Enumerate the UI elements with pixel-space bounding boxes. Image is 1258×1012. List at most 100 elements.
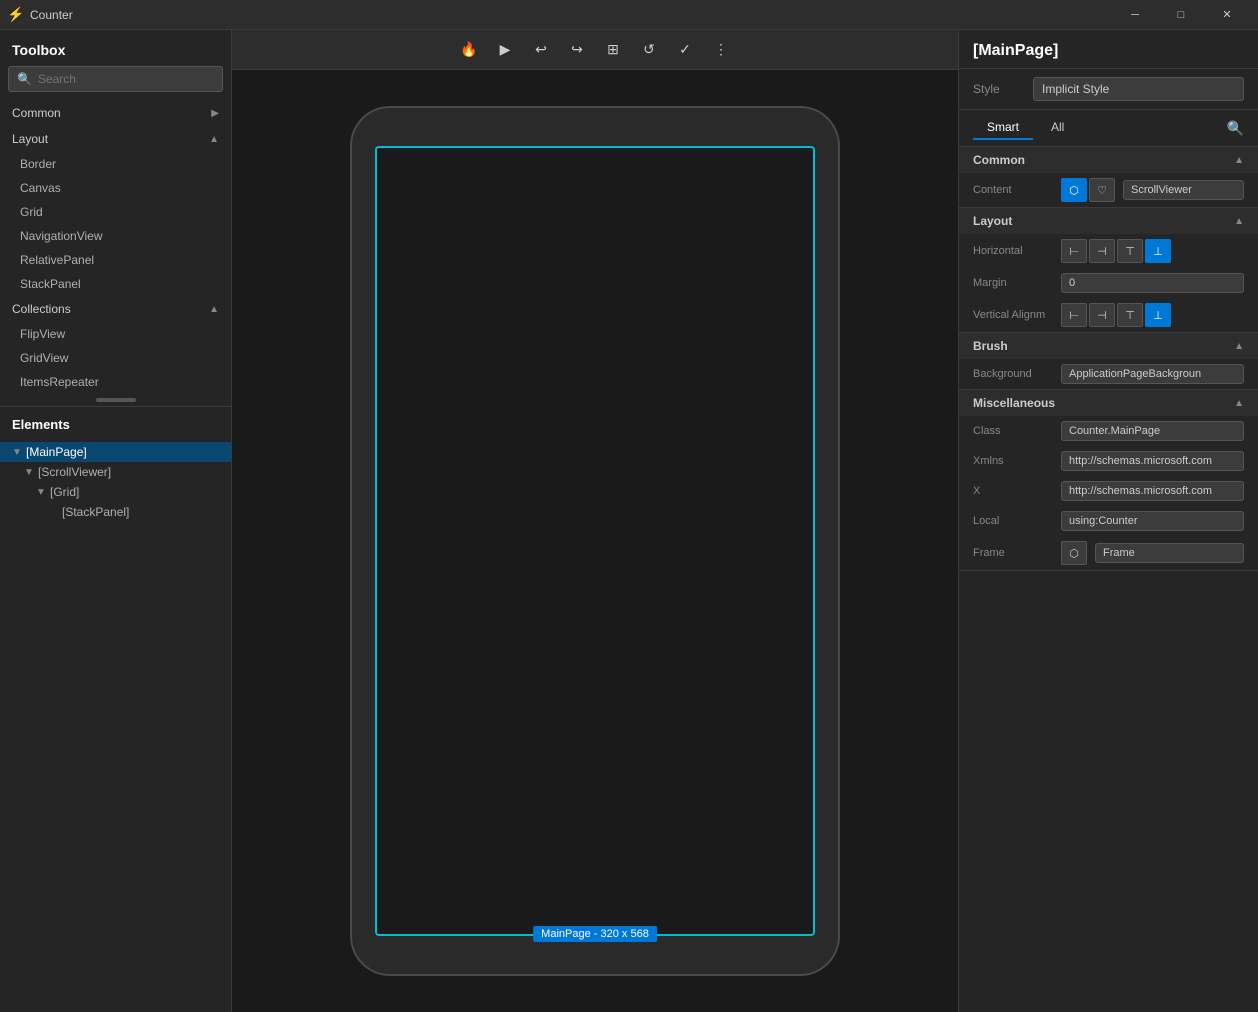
- prop-section-layout-header[interactable]: Layout ▲: [959, 208, 1258, 234]
- style-row: Style Implicit Style: [959, 69, 1258, 110]
- prop-xmlns-value[interactable]: http://schemas.microsoft.com: [1061, 451, 1244, 471]
- search-input[interactable]: [38, 72, 214, 86]
- v-align-bottom[interactable]: ⊤: [1117, 303, 1143, 327]
- toolbar-fire-btn[interactable]: 🔥: [455, 36, 483, 64]
- toolbar-grid-btn[interactable]: ⊞: [599, 36, 627, 64]
- chevron-common: ▶: [211, 108, 219, 119]
- minimize-button[interactable]: ─: [1112, 0, 1158, 30]
- prop-margin-row: Margin 0: [959, 268, 1258, 298]
- toolbar-redo-btn[interactable]: ↪: [563, 36, 591, 64]
- prop-content-label: Content: [973, 184, 1053, 196]
- prop-frame-label: Frame: [973, 547, 1053, 559]
- prop-section-brush-title: Brush: [973, 339, 1008, 353]
- search-icon: 🔍: [17, 72, 32, 86]
- prop-section-common-title: Common: [973, 153, 1025, 167]
- prop-local-value[interactable]: using:Counter: [1061, 511, 1244, 531]
- toolbox-item-relativepanel[interactable]: RelativePanel: [0, 248, 231, 272]
- prop-section-misc: Miscellaneous ▲ Class Counter.MainPage X…: [959, 390, 1258, 571]
- tree-toggle-grid[interactable]: ▼: [36, 487, 46, 498]
- maximize-button[interactable]: □: [1158, 0, 1204, 30]
- chevron-misc-right: ▲: [1234, 398, 1244, 409]
- tree-item-mainpage[interactable]: ▼ [MainPage]: [0, 442, 231, 462]
- prop-frame-icon: ⬡: [1061, 541, 1087, 565]
- prop-section-brush-header[interactable]: Brush ▲: [959, 333, 1258, 359]
- phone-frame: MainPage - 320 x 568: [350, 106, 840, 976]
- toolbox-item-canvas[interactable]: Canvas: [0, 176, 231, 200]
- v-align-center[interactable]: ⊣: [1089, 303, 1115, 327]
- style-value[interactable]: Implicit Style: [1033, 77, 1244, 101]
- section-collections[interactable]: Collections ▲: [0, 296, 231, 322]
- prop-frame-value[interactable]: Frame: [1095, 543, 1244, 563]
- chevron-brush-right: ▲: [1234, 341, 1244, 352]
- prop-content-row: Content ⬡ ♡ ScrollViewer: [959, 173, 1258, 207]
- tree-item-scrollviewer[interactable]: ▼ [ScrollViewer]: [0, 462, 231, 482]
- canvas-area: 🔥 ▶ ↩ ↪ ⊞ ↺ ✓ ⋮ MainPage - 320 x 568: [232, 30, 958, 1012]
- section-common[interactable]: Common ▶: [0, 100, 231, 126]
- prop-content-icons: ⬡ ♡: [1061, 178, 1115, 202]
- close-button[interactable]: ✕: [1204, 0, 1250, 30]
- prop-horizontal-row: Horizontal ⊢ ⊣ ⊤ ⊥: [959, 234, 1258, 268]
- tree-toggle-scrollviewer[interactable]: ▼: [24, 467, 34, 478]
- right-panel: [MainPage] Style Implicit Style Smart Al…: [958, 30, 1258, 1012]
- h-align-stretch[interactable]: ⊥: [1145, 239, 1171, 263]
- tab-search-icon[interactable]: 🔍: [1227, 120, 1244, 137]
- prop-margin-value[interactable]: 0: [1061, 273, 1244, 293]
- toolbox-item-stackpanel[interactable]: StackPanel: [0, 272, 231, 296]
- prop-vertical-row: Vertical Alignm ⊢ ⊣ ⊤ ⊥: [959, 298, 1258, 332]
- section-common-label: Common: [12, 106, 61, 120]
- prop-x-value[interactable]: http://schemas.microsoft.com: [1061, 481, 1244, 501]
- prop-background-value[interactable]: ApplicationPageBackgroun: [1061, 364, 1244, 384]
- prop-x-row: X http://schemas.microsoft.com: [959, 476, 1258, 506]
- prop-content-value[interactable]: ScrollViewer: [1123, 180, 1244, 200]
- toolbar-check-btn[interactable]: ✓: [671, 36, 699, 64]
- prop-section-layout: Layout ▲ Horizontal ⊢ ⊣ ⊤ ⊥ Margin 0 Ver…: [959, 208, 1258, 333]
- chevron-common-right: ▲: [1234, 155, 1244, 166]
- toolbox-item-gridview[interactable]: GridView: [0, 346, 231, 370]
- toolbar-undo-btn[interactable]: ↩: [527, 36, 555, 64]
- toolbar-play-btn[interactable]: ▶: [491, 36, 519, 64]
- h-align-center[interactable]: ⊣: [1089, 239, 1115, 263]
- toolbox-title: Toolbox: [0, 30, 231, 66]
- section-layout[interactable]: Layout ▲: [0, 126, 231, 152]
- prop-content-icon2[interactable]: ♡: [1089, 178, 1115, 202]
- window-controls: ─ □ ✕: [1112, 0, 1250, 30]
- v-align-top[interactable]: ⊢: [1061, 303, 1087, 327]
- toolbar-refresh-btn[interactable]: ↺: [635, 36, 663, 64]
- prop-section-misc-header[interactable]: Miscellaneous ▲: [959, 390, 1258, 416]
- tree-item-grid[interactable]: ▼ [Grid]: [0, 482, 231, 502]
- toolbox-item-navigationview[interactable]: NavigationView: [0, 224, 231, 248]
- tree-toggle-mainpage[interactable]: ▼: [12, 447, 22, 458]
- prop-section-common: Common ▲ Content ⬡ ♡ ScrollViewer: [959, 147, 1258, 208]
- toolbox-item-itemsrepeater[interactable]: ItemsRepeater: [0, 370, 231, 394]
- prop-class-value[interactable]: Counter.MainPage: [1061, 421, 1244, 441]
- prop-content-icon1[interactable]: ⬡: [1061, 178, 1087, 202]
- toolbar-more-btn[interactable]: ⋮: [707, 36, 735, 64]
- page-title: [MainPage]: [959, 30, 1258, 69]
- v-align-stretch[interactable]: ⊥: [1145, 303, 1171, 327]
- toolbox-item-flipview[interactable]: FlipView: [0, 322, 231, 346]
- search-box[interactable]: 🔍: [8, 66, 223, 92]
- toolbox-item-border[interactable]: Border: [0, 152, 231, 176]
- prop-horizontal-label: Horizontal: [973, 245, 1053, 257]
- toolbox-item-grid[interactable]: Grid: [0, 200, 231, 224]
- prop-xmlns-label: Xmlns: [973, 455, 1053, 467]
- tab-all[interactable]: All: [1037, 116, 1078, 140]
- h-align-left[interactable]: ⊢: [1061, 239, 1087, 263]
- phone-screen: MainPage - 320 x 568: [375, 146, 815, 936]
- prop-background-row: Background ApplicationPageBackgroun: [959, 359, 1258, 389]
- toolbox-content: Common ▶ Layout ▲ Border Canvas Grid Nav…: [0, 100, 231, 406]
- prop-section-common-header[interactable]: Common ▲: [959, 147, 1258, 173]
- h-align-right[interactable]: ⊤: [1117, 239, 1143, 263]
- main-layout: Toolbox 🔍 Common ▶ Layout ▲ Border Canva…: [0, 30, 1258, 1012]
- prop-local-row: Local using:Counter: [959, 506, 1258, 536]
- prop-frame-row: Frame ⬡ Frame: [959, 536, 1258, 570]
- prop-section-layout-title: Layout: [973, 214, 1012, 228]
- sidebar: Toolbox 🔍 Common ▶ Layout ▲ Border Canva…: [0, 30, 232, 1012]
- section-layout-label: Layout: [12, 132, 48, 146]
- scroll-indicator: [96, 398, 136, 402]
- chevron-layout-right: ▲: [1234, 216, 1244, 227]
- frame-icon: ⬡: [1061, 541, 1087, 565]
- prop-local-label: Local: [973, 515, 1053, 527]
- tree-item-stackpanel[interactable]: [StackPanel]: [0, 502, 231, 522]
- tab-smart[interactable]: Smart: [973, 116, 1033, 140]
